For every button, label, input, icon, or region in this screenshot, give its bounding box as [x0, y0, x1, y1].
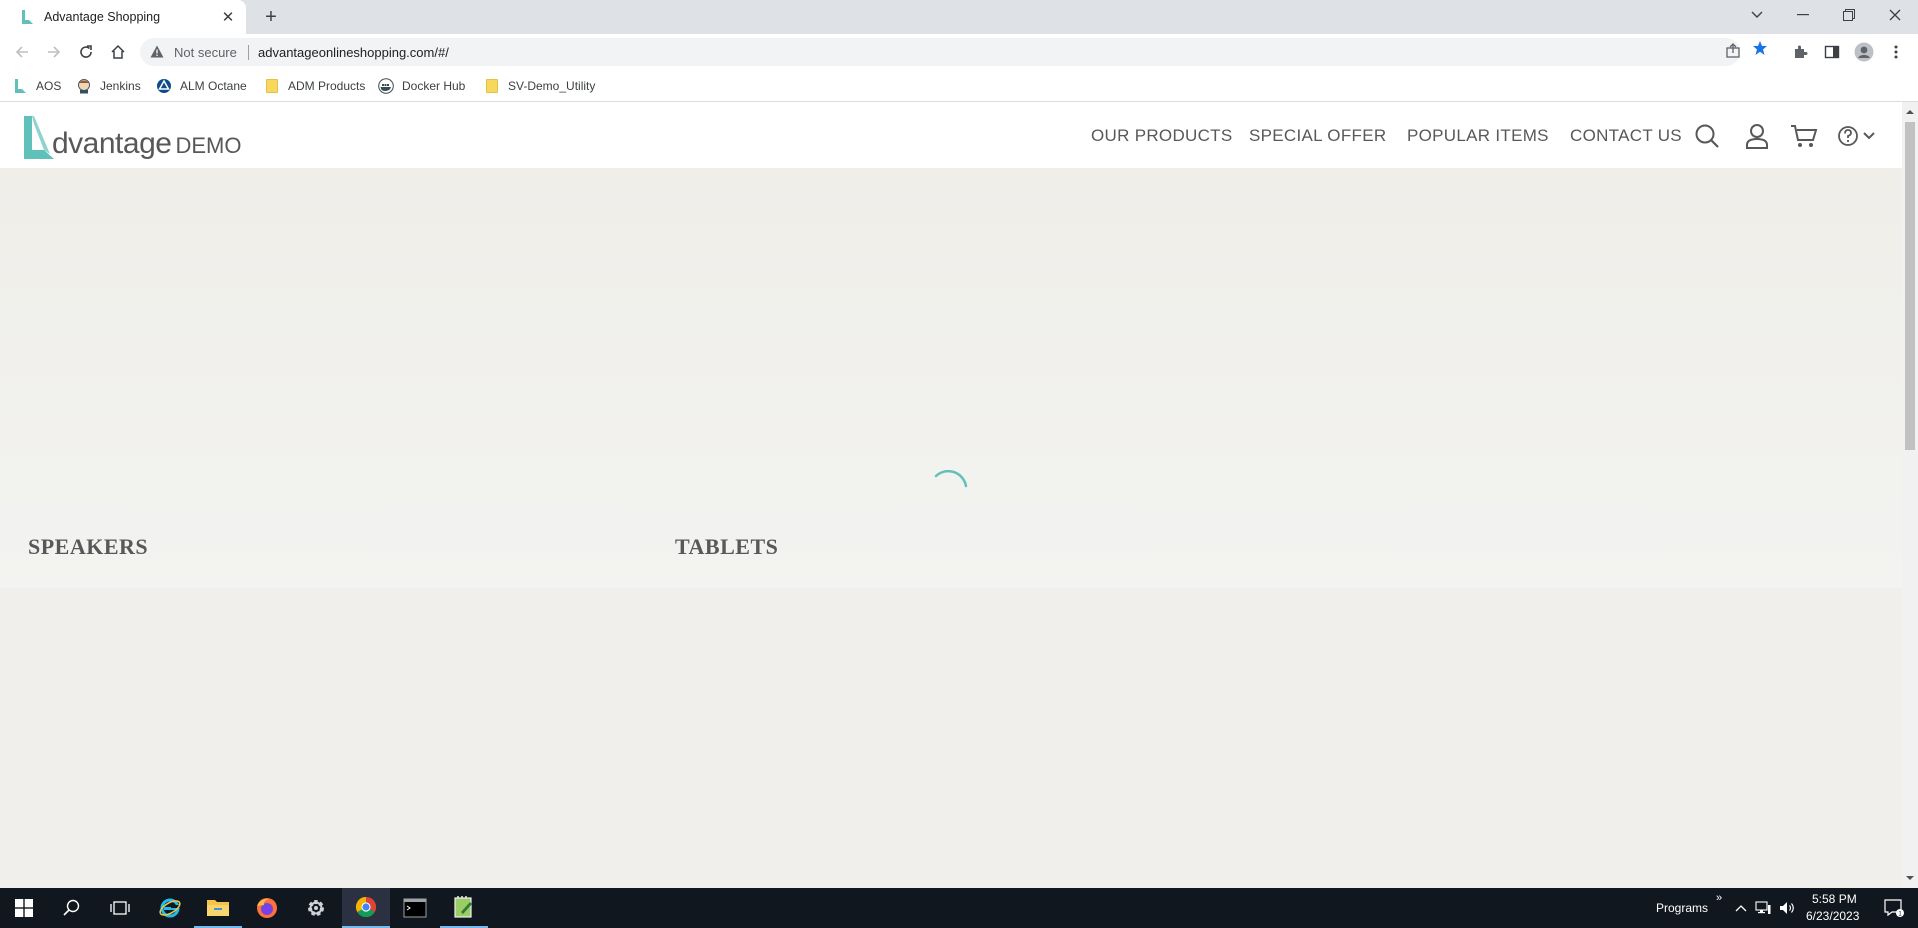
forward-icon[interactable] [42, 40, 66, 64]
site-logo[interactable]: dvantage DEMO [22, 112, 241, 160]
restore-icon[interactable] [1826, 0, 1872, 30]
clock-date[interactable]: 6/23/2023 [1806, 909, 1859, 923]
cart-icon[interactable] [1790, 122, 1818, 150]
page-scrollbar[interactable] [1902, 102, 1918, 888]
browser-toolbar: Not secure advantageonlineshopping.com/#… [0, 34, 1918, 70]
browser-menu-icon[interactable] [1884, 40, 1908, 64]
network-icon[interactable] [1752, 888, 1774, 928]
scroll-thumb[interactable] [1905, 122, 1915, 450]
action-center-icon[interactable]: 1 [1872, 888, 1916, 928]
home-icon[interactable] [106, 40, 130, 64]
programs-toolbar-label[interactable]: Programs [1656, 901, 1708, 915]
category-tablets[interactable]: TABLETS [675, 534, 778, 560]
scroll-up-icon[interactable] [1906, 108, 1914, 116]
browser-tab-active[interactable]: Advantage Shopping ✕ [0, 0, 246, 34]
tab-search-icon[interactable] [1734, 0, 1780, 30]
nav-special-offer[interactable]: SPECIAL OFFER [1249, 126, 1386, 146]
bookmark-star-icon[interactable] [1752, 40, 1768, 56]
logo-a-icon [24, 116, 54, 159]
logo-word: dvantage [52, 127, 172, 160]
bookmark-label: AOS [36, 79, 62, 93]
bookmark-sv-demo-utility[interactable]: SV-Demo_Utility [484, 76, 595, 96]
bookmark-adm-products[interactable]: ADM Products [264, 76, 365, 96]
bookmark-label: ADM Products [288, 79, 366, 93]
hero-area [0, 168, 1902, 588]
command-prompt-icon[interactable] [391, 888, 439, 928]
toolbar-expand-chevron[interactable]: » [1716, 892, 1722, 904]
jenkins-icon [76, 78, 92, 94]
profile-icon[interactable] [1852, 40, 1876, 64]
nav-contact-us[interactable]: CONTACT US [1570, 126, 1682, 146]
security-label[interactable]: Not secure [174, 45, 237, 60]
notepad-plus-icon[interactable] [440, 888, 488, 928]
address-divider [248, 45, 249, 60]
bookmark-alm-octane[interactable]: ALM Octane [156, 76, 247, 96]
reload-icon[interactable] [74, 40, 98, 64]
warning-icon [150, 45, 164, 58]
page-viewport: dvantage DEMO OUR PRODUCTS SPECIAL OFFER… [0, 102, 1902, 888]
clock-time[interactable]: 5:58 PM [1812, 892, 1857, 906]
aos-favicon-icon [22, 10, 33, 24]
internet-explorer-icon[interactable] [146, 888, 194, 928]
site-header: dvantage DEMO OUR PRODUCTS SPECIAL OFFER… [0, 102, 1902, 168]
address-bar[interactable]: Not secure advantageonlineshopping.com/#… [140, 38, 1740, 66]
tab-title: Advantage Shopping [44, 10, 161, 24]
octane-icon [156, 78, 172, 94]
url-text[interactable]: advantageonlineshopping.com/#/ [258, 45, 449, 60]
tab-close-icon[interactable]: ✕ [220, 9, 236, 26]
bookmark-label: SV-Demo_Utility [508, 79, 596, 93]
bookmark-label: Docker Hub [402, 79, 466, 93]
bookmark-docker-hub[interactable]: Docker Hub [378, 76, 465, 96]
close-window-icon[interactable] [1872, 0, 1918, 30]
help-menu-icon[interactable] [1836, 122, 1880, 150]
tray-overflow-icon[interactable] [1730, 888, 1752, 928]
side-panel-icon[interactable] [1820, 40, 1844, 64]
windows-start-icon[interactable] [0, 888, 48, 928]
volume-icon[interactable] [1776, 888, 1798, 928]
back-icon[interactable] [10, 40, 34, 64]
folder-icon [264, 78, 280, 94]
loading-spinner-icon [934, 470, 968, 488]
category-speakers[interactable]: SPEAKERS [28, 534, 148, 560]
windows-taskbar: Programs » 5:58 PM 6/23/2023 1 [0, 888, 1918, 928]
settings-gear-icon[interactable] [292, 888, 340, 928]
bookmark-label: Jenkins [100, 79, 141, 93]
taskbar-search-icon[interactable] [48, 888, 96, 928]
nav-our-products[interactable]: OUR PRODUCTS [1091, 126, 1233, 146]
content-area [0, 588, 1902, 888]
search-icon[interactable] [1693, 122, 1721, 150]
logo-demo: DEMO [175, 133, 242, 158]
folder-icon [484, 78, 500, 94]
browser-tab-strip: Advantage Shopping ✕ + [0, 0, 1918, 34]
bookmark-label: ALM Octane [180, 79, 247, 93]
bookmarks-bar: AOS Jenkins ALM Octane ADM Products Dock… [0, 70, 1918, 102]
task-view-icon[interactable] [96, 888, 144, 928]
share-icon[interactable] [1725, 43, 1741, 59]
new-tab-button[interactable]: + [260, 6, 282, 28]
minimize-icon[interactable] [1780, 0, 1826, 30]
extensions-icon[interactable] [1788, 40, 1812, 64]
bookmark-aos[interactable]: AOS [12, 76, 61, 96]
bookmark-jenkins[interactable]: Jenkins [76, 76, 141, 96]
chrome-icon[interactable] [342, 888, 390, 928]
docker-icon [378, 78, 394, 94]
firefox-icon[interactable] [243, 888, 291, 928]
file-explorer-icon[interactable] [194, 888, 242, 928]
nav-popular-items[interactable]: POPULAR ITEMS [1407, 126, 1549, 146]
aos-logo-icon [12, 78, 28, 94]
user-icon[interactable] [1743, 122, 1771, 150]
scroll-down-icon[interactable] [1906, 874, 1914, 882]
